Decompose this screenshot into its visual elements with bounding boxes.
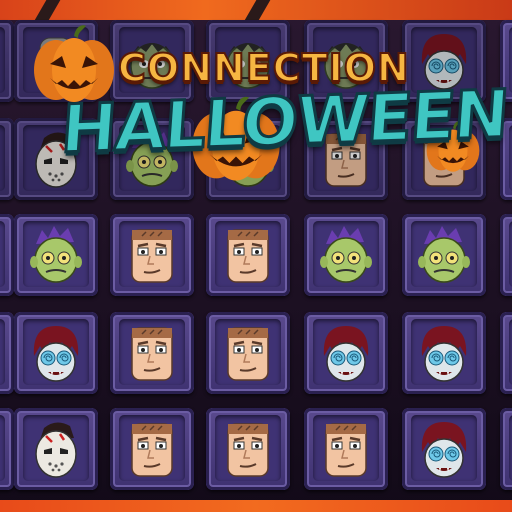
hockey-mask-face-icon bbox=[0, 224, 2, 286]
board-tile-frankenstein[interactable] bbox=[402, 118, 486, 200]
board-tile-frankenstein[interactable] bbox=[304, 408, 388, 490]
board-tile-frankenstein[interactable] bbox=[110, 312, 194, 394]
board-tile-pumpkin[interactable] bbox=[14, 20, 98, 102]
board-tile-ghoul[interactable] bbox=[206, 20, 290, 102]
board-tile-hypno-vampire[interactable] bbox=[402, 312, 486, 394]
board-tile-frankenstein[interactable] bbox=[206, 408, 290, 490]
board-tile-zombie-purple[interactable] bbox=[110, 118, 194, 200]
frankenstein-face-icon bbox=[131, 229, 173, 283]
board-tile-frankenstein[interactable] bbox=[206, 214, 290, 296]
pumpkin-face-icon bbox=[39, 37, 73, 85]
frankenstein-face-icon bbox=[423, 133, 465, 187]
board-tile-hypno-vampire[interactable] bbox=[14, 312, 98, 394]
board-tile-frankenstein[interactable] bbox=[110, 214, 194, 296]
hockey-mask-face-icon bbox=[35, 422, 77, 478]
hypno-vampire-face-icon bbox=[33, 326, 79, 382]
frankenstein-face-icon bbox=[131, 423, 173, 477]
board-tile-frankenstein[interactable] bbox=[110, 408, 194, 490]
board-tile-edge[interactable] bbox=[500, 20, 512, 102]
zombie-purple-face-icon bbox=[320, 226, 372, 283]
hockey-mask-face-icon bbox=[35, 132, 77, 188]
zombie-purple-face-icon bbox=[30, 226, 82, 283]
board-tile-hockey-mask[interactable] bbox=[0, 408, 14, 490]
board-tile-edge[interactable] bbox=[500, 214, 512, 296]
board-tile-hypno-vampire[interactable] bbox=[402, 408, 486, 490]
frankenstein-face-icon bbox=[227, 229, 269, 283]
board-tile-frankenstein[interactable] bbox=[304, 118, 388, 200]
ghoul-face-icon bbox=[0, 30, 2, 92]
zombie-purple-face-icon bbox=[222, 130, 274, 187]
zombie-purple-face-icon bbox=[418, 226, 470, 283]
board-tile-ghoul[interactable] bbox=[304, 20, 388, 102]
board-tile-hockey-mask[interactable] bbox=[14, 118, 98, 200]
board-tile-edge[interactable] bbox=[500, 312, 512, 394]
zombie-purple-face-icon bbox=[126, 130, 178, 187]
frankenstein-face-icon bbox=[325, 133, 367, 187]
board-tile-edge[interactable] bbox=[500, 408, 512, 490]
frankenstein-face-icon bbox=[131, 327, 173, 381]
hockey-mask-face-icon bbox=[0, 418, 2, 480]
frankenstein-face-icon bbox=[325, 423, 367, 477]
board-tile-ghoul[interactable] bbox=[110, 20, 194, 102]
frankenstein-face-icon bbox=[227, 327, 269, 381]
board-tile-zombie-purple[interactable] bbox=[14, 214, 98, 296]
board-tile-hockey-mask[interactable] bbox=[0, 214, 14, 296]
hypno-vampire-face-icon bbox=[421, 326, 467, 382]
board-tile-zombie-purple[interactable] bbox=[402, 214, 486, 296]
hypno-vampire-face-icon bbox=[421, 34, 467, 90]
hypno-vampire-face-icon bbox=[421, 422, 467, 478]
hypno-vampire-face-icon bbox=[323, 326, 369, 382]
frankenstein-face-icon bbox=[0, 322, 2, 384]
game-stage: CONNECTION HALLOWEEN bbox=[0, 0, 512, 512]
ghoul-face-icon bbox=[226, 43, 270, 89]
board-tile-hockey-mask[interactable] bbox=[14, 408, 98, 490]
board-tile-edge[interactable] bbox=[500, 118, 512, 200]
board-tile-hypno-vampire[interactable] bbox=[402, 20, 486, 102]
board-tile-hypno-vampire[interactable] bbox=[304, 312, 388, 394]
board-tile-frankenstein[interactable] bbox=[206, 312, 290, 394]
board-tile-ghoul[interactable] bbox=[0, 20, 14, 102]
board-tile-hockey-mask[interactable] bbox=[0, 118, 14, 200]
board-tile-zombie-purple[interactable] bbox=[206, 118, 290, 200]
game-board bbox=[0, 0, 512, 512]
board-tile-zombie-purple[interactable] bbox=[304, 214, 388, 296]
ghoul-face-icon bbox=[130, 43, 174, 89]
ghoul-face-icon bbox=[324, 43, 368, 89]
frankenstein-face-icon bbox=[227, 423, 269, 477]
board-tile-frankenstein[interactable] bbox=[0, 312, 14, 394]
hockey-mask-face-icon bbox=[0, 128, 2, 190]
